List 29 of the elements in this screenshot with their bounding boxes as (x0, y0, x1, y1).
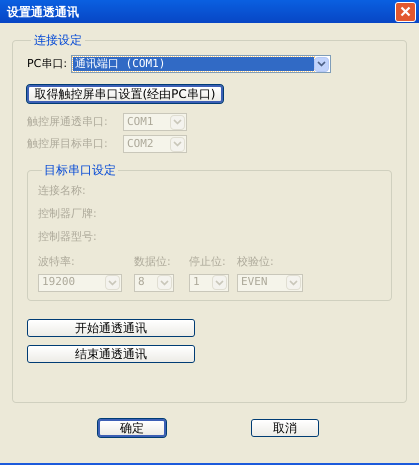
field-label: 数据位: (134, 254, 172, 270)
dropdown-arrow-icon (212, 275, 227, 290)
field-label: 停止位: (189, 254, 227, 270)
dropdown-arrow-icon (170, 136, 185, 152)
selected-option: 通讯端口 (COM1) (73, 57, 314, 71)
push-button[interactable]: 开始通透通讯 (27, 319, 195, 337)
group-title: 连接设定 (33, 32, 83, 49)
field-label: 连接名称: (38, 184, 87, 198)
dropdown-arrow-icon (314, 56, 330, 72)
dropdown-select[interactable]: 通讯端口 (COM1) (71, 55, 332, 73)
close-button[interactable] (395, 2, 416, 22)
dropdown-arrow-icon (170, 114, 185, 130)
field-label: PC串口: (27, 56, 68, 72)
field-label: 控制器型号: (38, 230, 98, 244)
push-button[interactable]: 结束通透通讯 (27, 345, 195, 363)
push-button[interactable]: 取消 (251, 419, 319, 437)
close-icon (400, 6, 411, 17)
push-button[interactable]: 确定 (98, 419, 166, 437)
field-label: 校验位: (237, 254, 275, 270)
dropdown-arrow-icon (105, 275, 120, 290)
dropdown-arrow-icon (286, 275, 301, 290)
field-label: 控制器厂牌: (38, 207, 98, 221)
group-title: 目标串口设定 (43, 162, 117, 179)
field-label: 触控屏通透串口: (27, 114, 109, 130)
push-button[interactable]: 取得触控屏串口设置(经由PC串口) (27, 85, 223, 103)
dropdown-arrow-icon (157, 275, 172, 290)
window-title: 设置通透通讯 (7, 4, 79, 20)
field-label: 波特率: (38, 254, 76, 270)
field-label: 触控屏目标串口: (27, 136, 109, 152)
